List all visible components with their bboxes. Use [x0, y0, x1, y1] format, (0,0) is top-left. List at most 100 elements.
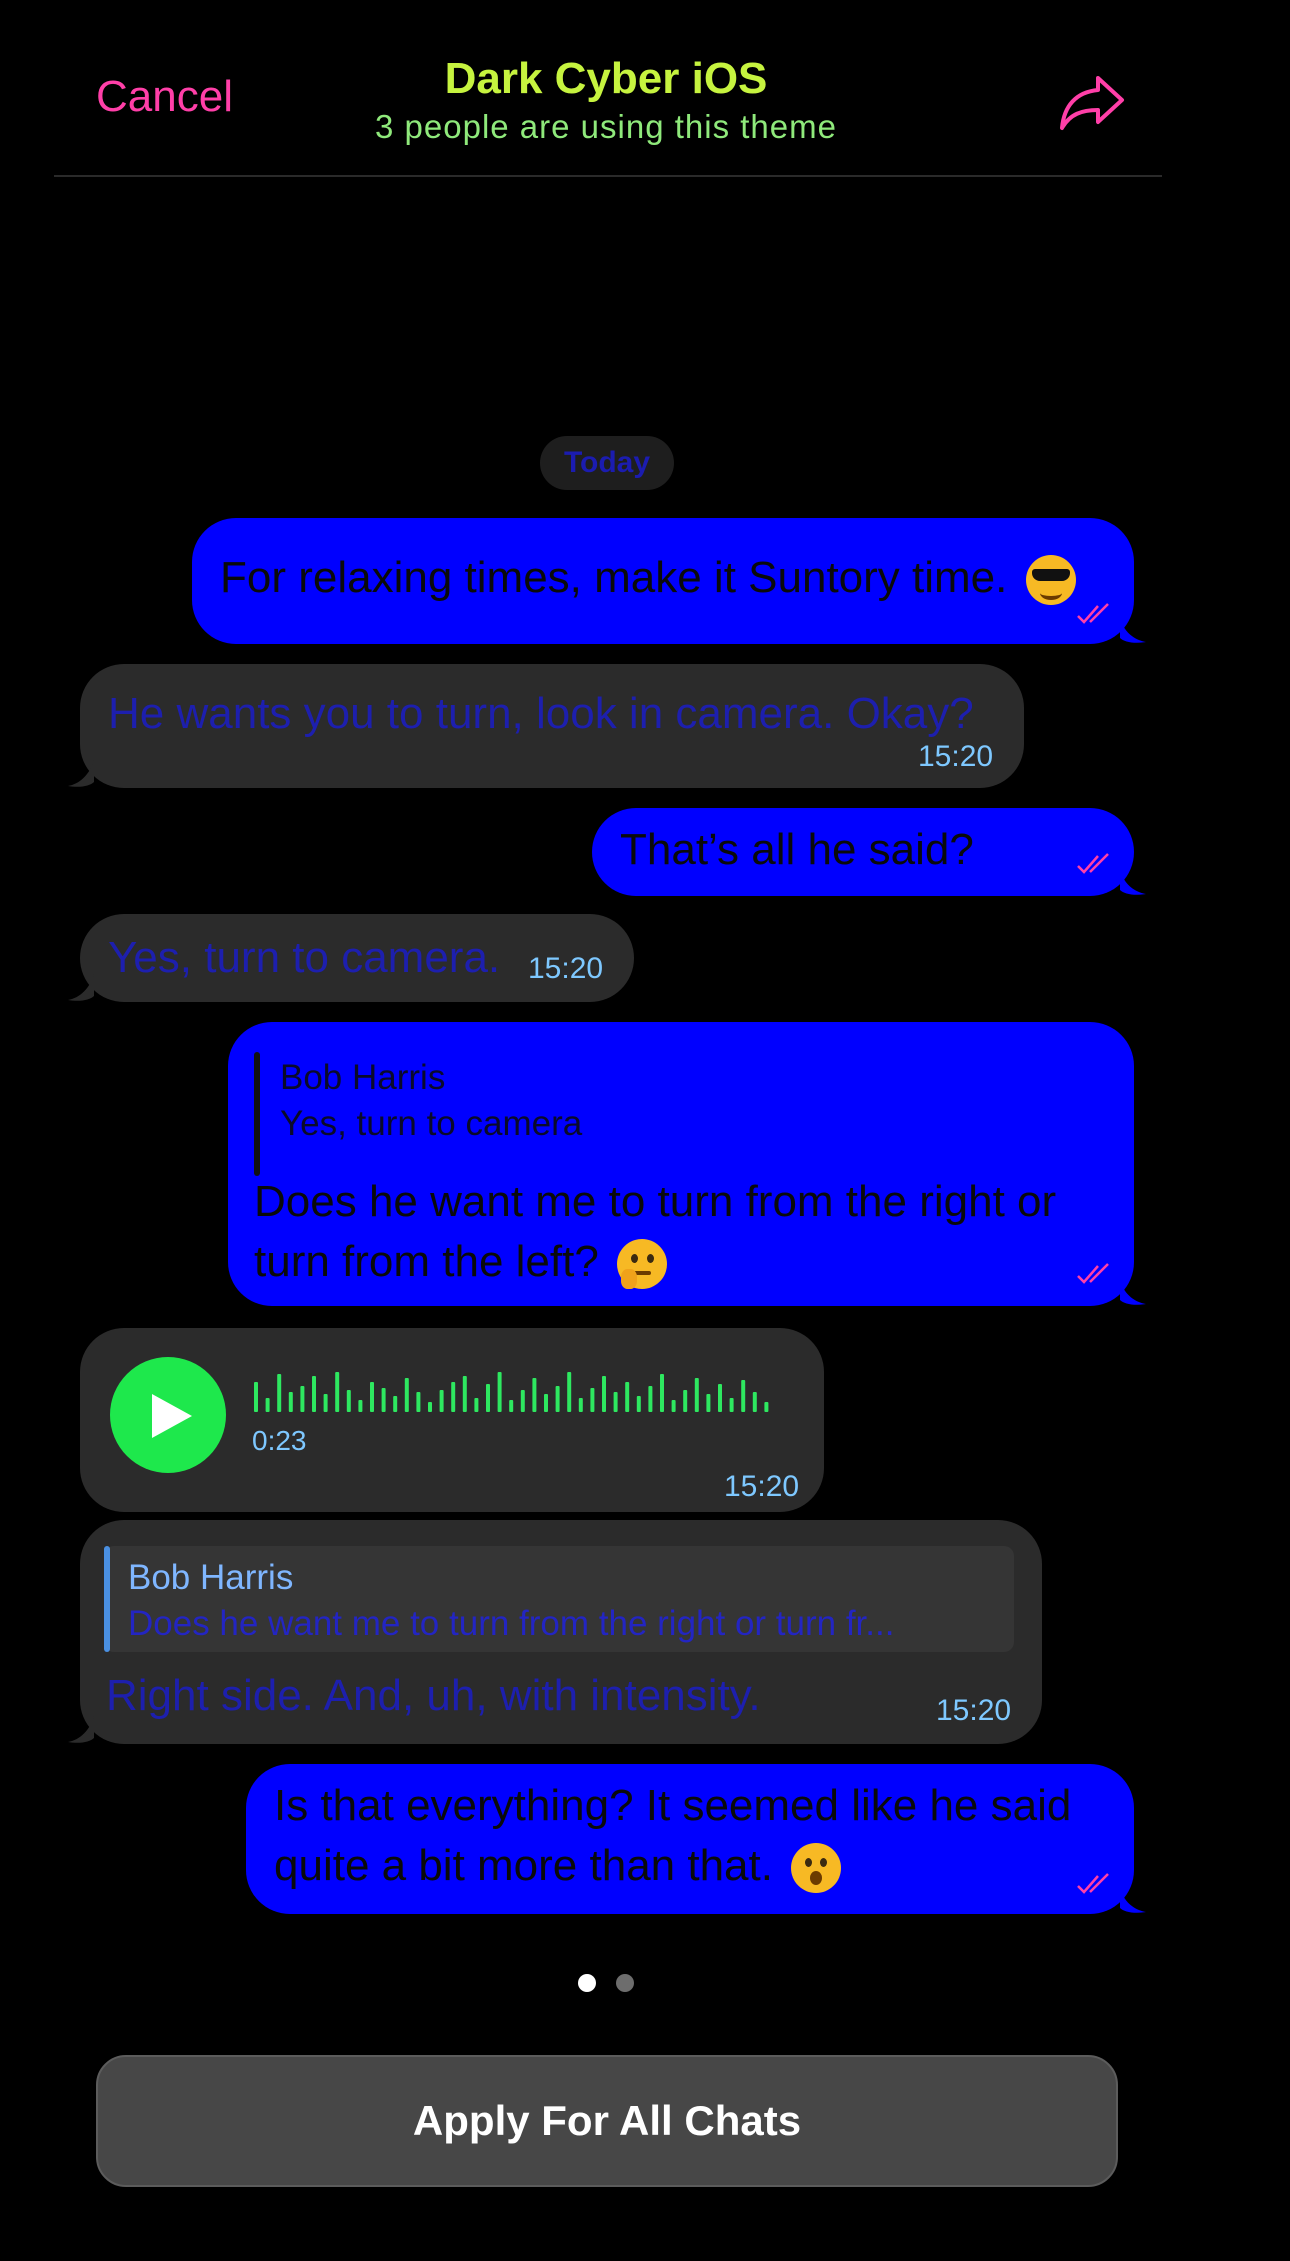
theme-subtitle: 3 people are using this theme [375, 108, 837, 145]
waveform-bar [567, 1372, 572, 1412]
incoming-message[interactable]: Yes, turn to camera. 15:20 [80, 914, 634, 1002]
play-icon [152, 1394, 192, 1438]
pager-dot-active[interactable] [578, 1974, 596, 1992]
waveform-bar [660, 1374, 664, 1412]
message-text-line: turn from the left? [254, 1232, 668, 1292]
waveform-bar [694, 1378, 699, 1412]
waveform-bar [451, 1382, 456, 1412]
message-text: Right side. And, uh, with intensity. [106, 1671, 761, 1720]
waveform-bar [544, 1394, 548, 1412]
bubble-tail [1120, 1280, 1146, 1305]
waveform-bar [277, 1374, 282, 1412]
waveform-bar [590, 1388, 595, 1412]
message-time: 15:20 [528, 952, 604, 985]
read-ticks-icon [1077, 603, 1109, 624]
reply-bar [254, 1052, 260, 1176]
waveform-bar [752, 1392, 757, 1412]
waveform-bar [346, 1390, 351, 1412]
message-time: 15:20 [936, 1694, 1012, 1727]
message-text-content: For relaxing times, make it Suntory time… [220, 553, 1008, 602]
message-text-content: turn from the left? [254, 1237, 599, 1286]
waveform-bar [254, 1382, 258, 1412]
waveform-bar [578, 1398, 583, 1412]
outgoing-message[interactable]: For relaxing times, make it Suntory time… [192, 518, 1134, 644]
theme-title: Dark Cyber iOS [444, 54, 768, 103]
date-label: Today [563, 446, 651, 479]
waveform-bar [741, 1380, 746, 1412]
thinking-emoji-icon [617, 1239, 668, 1290]
bubble-tail [1120, 1888, 1146, 1913]
share-button[interactable] [1058, 72, 1126, 132]
waveform-bar [602, 1376, 606, 1412]
bubble-tail [1120, 618, 1146, 643]
reply-snippet: Yes, turn to camera [280, 1104, 583, 1143]
outgoing-message[interactable]: Is that everything? It seemed like he sa… [246, 1764, 1134, 1914]
header-divider [54, 175, 1162, 177]
message-text: Yes, turn to camera. [108, 933, 501, 982]
hushed-emoji-icon [791, 1843, 842, 1894]
waveform-bar [370, 1382, 374, 1412]
waveform-bar [509, 1400, 514, 1412]
waveform-bar [404, 1378, 409, 1412]
waveform-bar [683, 1390, 688, 1412]
message-time: 15:20 [724, 1470, 800, 1503]
waveform-bar [474, 1398, 479, 1412]
reply-bar [104, 1546, 110, 1652]
waveform-bar [764, 1402, 769, 1412]
message-text: That’s all he said? [620, 825, 974, 874]
voice-play-button[interactable] [110, 1357, 226, 1473]
read-ticks-icon [1077, 853, 1109, 874]
reply-sender: Bob Harris [280, 1058, 446, 1097]
waveform-bar [358, 1400, 363, 1412]
incoming-message[interactable]: He wants you to turn, look in camera. Ok… [80, 664, 1024, 788]
reply-snippet: Does he want me to turn from the right o… [128, 1604, 895, 1643]
message-text-line: quite a bit more than that. [274, 1836, 842, 1896]
bubble-tail [68, 1716, 94, 1743]
message-text-line: Is that everything? It seemed like he sa… [274, 1781, 1072, 1830]
incoming-reply-message[interactable]: Bob Harris Does he want me to turn from … [80, 1520, 1042, 1744]
waveform-bar [312, 1376, 316, 1412]
waveform-bar [381, 1388, 386, 1412]
voice-waveform[interactable] [252, 1368, 782, 1416]
bubble-tail [68, 974, 94, 1001]
message-text: For relaxing times, make it Suntory time… [220, 548, 1076, 608]
waveform-bar [462, 1376, 467, 1412]
waveform-bar [636, 1396, 641, 1412]
sunglasses-emoji-icon [1025, 555, 1076, 606]
waveform-bar [520, 1390, 525, 1412]
waveform-bar [497, 1372, 502, 1412]
waveform-bar [718, 1384, 722, 1412]
waveform-bar [532, 1378, 537, 1412]
message-text: He wants you to turn, look in camera. Ok… [108, 689, 974, 738]
date-pill: Today [540, 436, 674, 490]
reply-sender: Bob Harris [128, 1558, 294, 1597]
waveform-bar [439, 1390, 444, 1412]
read-ticks-icon [1077, 1873, 1109, 1894]
waveform-bar [300, 1386, 305, 1412]
message-time: 15:20 [918, 740, 994, 773]
waveform-bar [265, 1398, 270, 1412]
waveform-bar [648, 1386, 653, 1412]
waveform-bar [428, 1402, 432, 1412]
waveform-bar [288, 1392, 293, 1412]
waveform-bar [613, 1392, 618, 1412]
bubble-tail [68, 760, 94, 787]
waveform-bar [671, 1400, 676, 1412]
waveform-bar [393, 1396, 398, 1412]
apply-for-all-chats-button[interactable]: Apply For All Chats [96, 2055, 1118, 2187]
message-text-content: quite a bit more than that. [274, 1841, 773, 1890]
voice-duration: 0:23 [252, 1425, 307, 1456]
outgoing-message[interactable]: That’s all he said? [592, 808, 1134, 896]
waveform-bar [706, 1394, 711, 1412]
reply-preview[interactable]: Bob Harris Does he want me to turn from … [104, 1546, 1014, 1652]
share-arrow-icon [1060, 76, 1124, 130]
pager-dot[interactable] [616, 1974, 634, 1992]
waveform-bar [729, 1398, 734, 1412]
read-ticks-icon [1077, 1263, 1109, 1284]
waveform-bar [555, 1386, 560, 1412]
waveform-bar [335, 1372, 340, 1412]
waveform-bar [323, 1394, 328, 1412]
waveform-bar [486, 1384, 490, 1412]
outgoing-reply-message[interactable]: Bob Harris Yes, turn to camera Does he w… [228, 1022, 1134, 1306]
bubble-tail [1120, 870, 1146, 895]
